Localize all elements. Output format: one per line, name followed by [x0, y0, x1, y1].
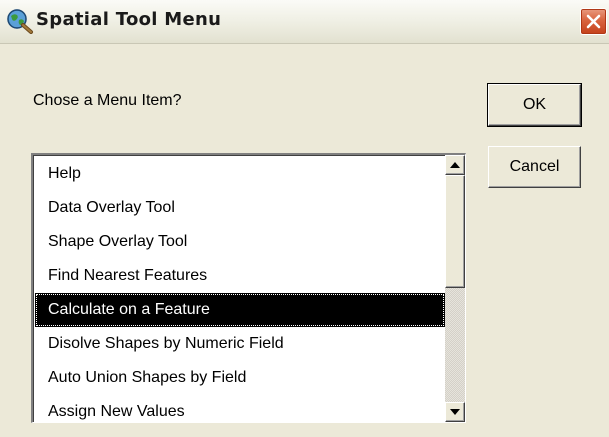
list-item-selected[interactable]: Calculate on a Feature — [35, 293, 445, 327]
up-arrow-icon — [450, 162, 460, 168]
vertical-scrollbar[interactable] — [445, 155, 465, 422]
list-item[interactable]: Find Nearest Features — [35, 259, 445, 293]
window-title: Spatial Tool Menu — [36, 9, 222, 30]
list-item[interactable]: Assign New Values — [35, 395, 445, 422]
close-button[interactable] — [580, 8, 607, 35]
globe-magnifier-icon — [6, 8, 34, 34]
ok-button[interactable]: OK — [487, 83, 582, 127]
scroll-down-button[interactable] — [445, 402, 465, 422]
cancel-button[interactable]: Cancel — [488, 146, 581, 188]
list-item[interactable]: Help — [35, 157, 445, 191]
scrollbar-thumb[interactable] — [445, 175, 465, 288]
menu-list-items: Help Data Overlay Tool Shape Overlay Too… — [35, 157, 445, 422]
list-item[interactable]: Auto Union Shapes by Field — [35, 361, 445, 395]
scroll-up-button[interactable] — [445, 155, 465, 175]
down-arrow-icon — [450, 409, 460, 415]
list-item[interactable]: Shape Overlay Tool — [35, 225, 445, 259]
prompt-label: Chose a Menu Item? — [33, 92, 182, 109]
close-icon — [586, 14, 601, 29]
list-item[interactable]: Disolve Shapes by Numeric Field — [35, 327, 445, 361]
list-item[interactable]: Data Overlay Tool — [35, 191, 445, 225]
title-bar[interactable]: Spatial Tool Menu — [0, 0, 609, 44]
menu-listbox[interactable]: Help Data Overlay Tool Shape Overlay Too… — [31, 153, 466, 423]
